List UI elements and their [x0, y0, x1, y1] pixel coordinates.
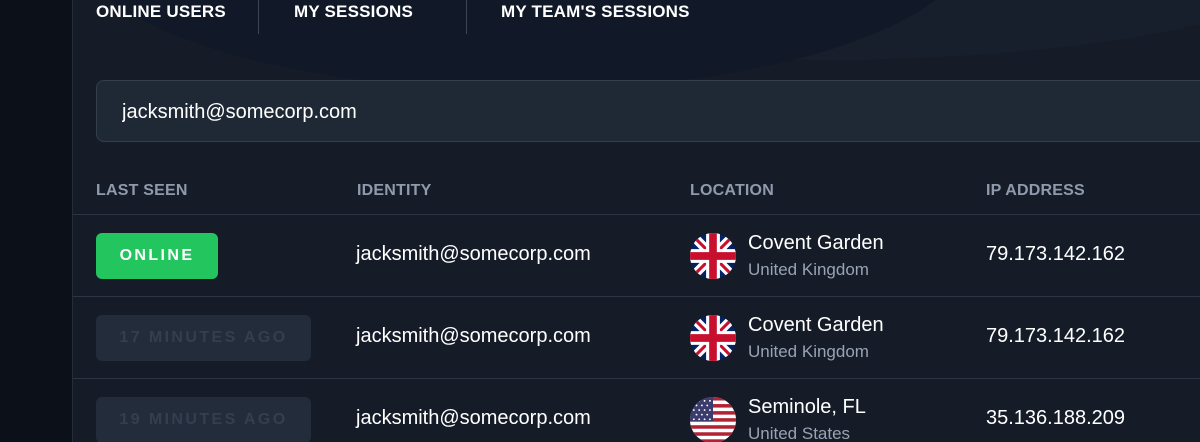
uk-flag-icon — [690, 233, 736, 279]
search-input[interactable] — [120, 81, 1124, 143]
location-city: Covent Garden — [748, 232, 884, 254]
identity-text: jacksmith@somecorp.com — [356, 243, 591, 265]
table-row[interactable]: 17 MINUTES AGO jacksmith@somecorp.com Co… — [73, 296, 1200, 379]
column-header-last-seen[interactable]: LAST SEEN — [96, 182, 188, 200]
ip-address-text: 35.136.188.209 — [986, 407, 1126, 429]
column-header-identity[interactable]: IDENTITY — [357, 182, 432, 200]
table-row[interactable]: 19 MINUTES AGO jacksmith@somecorp.com Se… — [73, 378, 1200, 442]
location-country: United Kingdom — [748, 342, 869, 361]
tab-my-sessions[interactable]: MY SESSIONS — [294, 0, 413, 34]
status-badge-last-seen: 19 MINUTES AGO — [96, 397, 311, 442]
status-badge-last-seen: 17 MINUTES AGO — [96, 315, 311, 361]
location-country: United Kingdom — [748, 260, 869, 279]
identity-text: jacksmith@somecorp.com — [356, 407, 591, 429]
sidebar — [0, 0, 73, 442]
tab-divider — [466, 0, 467, 34]
location-country: United States — [748, 424, 851, 442]
tab-my-teams-sessions[interactable]: MY TEAM'S SESSIONS — [501, 0, 690, 34]
location-city: Covent Garden — [748, 314, 884, 336]
table-row[interactable]: ONLINE jacksmith@somecorp.com Covent Gar… — [73, 214, 1200, 297]
status-badge-online: ONLINE — [96, 233, 218, 279]
location-city: Seminole, FL — [748, 396, 866, 418]
identity-text: jacksmith@somecorp.com — [356, 325, 591, 347]
ip-address-text: 79.173.142.162 — [986, 325, 1126, 347]
tab-divider — [258, 0, 259, 34]
us-flag-icon — [690, 397, 736, 442]
ip-address-text: 79.173.142.162 — [986, 243, 1126, 265]
tab-online-users[interactable]: ONLINE USERS — [96, 0, 226, 34]
search-box — [96, 80, 1200, 143]
tab-bar: ONLINE USERS MY SESSIONS MY TEAM'S SESSI… — [73, 0, 1200, 34]
column-header-location[interactable]: LOCATION — [690, 182, 774, 200]
column-header-ip-address[interactable]: IP ADDRESS — [986, 182, 1085, 200]
main-panel: ONLINE USERS MY SESSIONS MY TEAM'S SESSI… — [73, 0, 1200, 442]
uk-flag-icon — [690, 315, 736, 361]
